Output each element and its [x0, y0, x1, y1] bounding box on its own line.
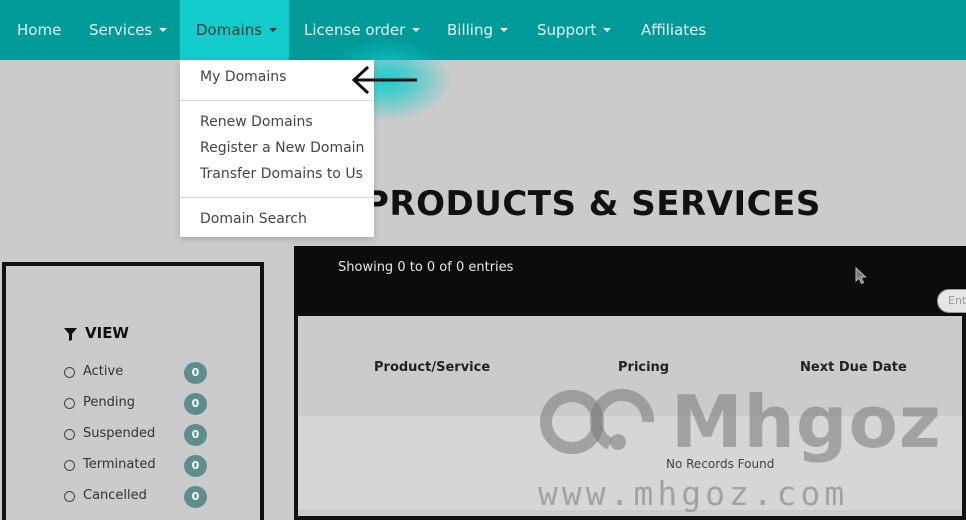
- column-header-pricing[interactable]: Pricing: [618, 360, 669, 375]
- watermark-url: www.mhgoz.com: [538, 474, 849, 513]
- count-badge: 0: [184, 362, 207, 384]
- nav-billing[interactable]: Billing: [447, 0, 508, 60]
- radio-icon[interactable]: [64, 460, 75, 471]
- count-badge: 0: [184, 486, 207, 508]
- nav-services-label: Services: [89, 21, 153, 39]
- status-label: Terminated: [83, 457, 156, 472]
- count-badge: 0: [184, 424, 207, 446]
- filter-icon: [64, 328, 77, 341]
- nav-affiliates-label: Affiliates: [641, 21, 707, 39]
- status-filter-cancelled[interactable]: Cancelled 0: [64, 486, 214, 508]
- view-heading-label: VIEW: [85, 324, 129, 342]
- menu-divider: [180, 100, 374, 101]
- watermark-logo-icon: [540, 388, 654, 454]
- table-search-input[interactable]: Ent: [937, 289, 966, 313]
- page-title: PRODUCTS & SERVICES: [364, 184, 821, 224]
- menu-item-renew-domains[interactable]: Renew Domains: [200, 114, 313, 130]
- chevron-down-icon: [269, 27, 278, 32]
- table-toolbar: Showing 0 to 0 of 0 entries Ent: [294, 246, 966, 316]
- status-label: Cancelled: [83, 488, 147, 503]
- status-label: Pending: [83, 395, 135, 410]
- watermark-brand: Mhgoz: [671, 380, 942, 464]
- menu-item-transfer-domains[interactable]: Transfer Domains to Us: [200, 166, 363, 182]
- nav-services[interactable]: Services: [89, 0, 168, 60]
- arrow-left-icon: [351, 65, 417, 95]
- mouse-cursor-icon: [855, 267, 867, 285]
- radio-icon[interactable]: [64, 491, 75, 502]
- count-badge: 0: [184, 393, 207, 415]
- menu-item-my-domains[interactable]: My Domains: [200, 69, 286, 85]
- top-navbar: Home Services Domains License order Bill…: [0, 0, 966, 60]
- chevron-down-icon: [412, 27, 421, 32]
- menu-item-domain-search[interactable]: Domain Search: [200, 211, 307, 227]
- status-label: Active: [83, 364, 124, 379]
- nav-support-label: Support: [537, 21, 597, 39]
- count-badge: 0: [184, 455, 207, 477]
- table-info: Showing 0 to 0 of 0 entries: [338, 260, 514, 275]
- column-header-product[interactable]: Product/Service: [374, 360, 490, 375]
- status-filter-terminated[interactable]: Terminated 0: [64, 455, 214, 477]
- status-filter-panel: VIEW Active 0 Pending 0 Suspended 0 Term…: [2, 262, 264, 520]
- menu-item-register-domain[interactable]: Register a New Domain: [200, 140, 364, 156]
- nav-domains-label: Domains: [196, 21, 263, 39]
- nav-affiliates[interactable]: Affiliates: [641, 0, 706, 60]
- column-header-next-due-date[interactable]: Next Due Date: [800, 360, 907, 375]
- menu-divider: [180, 197, 374, 198]
- radio-icon[interactable]: [64, 367, 75, 378]
- nav-home[interactable]: Home: [17, 0, 61, 60]
- domains-dropdown-menu: My Domains Renew Domains Register a New …: [180, 60, 374, 237]
- status-filter-suspended[interactable]: Suspended 0: [64, 424, 214, 446]
- nav-domains[interactable]: Domains: [180, 0, 289, 60]
- radio-icon[interactable]: [64, 398, 75, 409]
- chevron-down-icon: [159, 27, 168, 32]
- chevron-down-icon: [603, 27, 612, 32]
- status-label: Suspended: [83, 426, 156, 441]
- view-heading: VIEW: [64, 324, 129, 342]
- nav-license-order-label: License order: [304, 21, 406, 39]
- status-filter-active[interactable]: Active 0: [64, 362, 214, 384]
- nav-home-label: Home: [17, 21, 62, 39]
- nav-support[interactable]: Support: [537, 0, 612, 60]
- radio-icon[interactable]: [64, 429, 75, 440]
- table-bottom-border: [294, 516, 966, 520]
- chevron-down-icon: [500, 27, 508, 32]
- status-filter-pending[interactable]: Pending 0: [64, 393, 214, 415]
- nav-billing-label: Billing: [447, 21, 493, 39]
